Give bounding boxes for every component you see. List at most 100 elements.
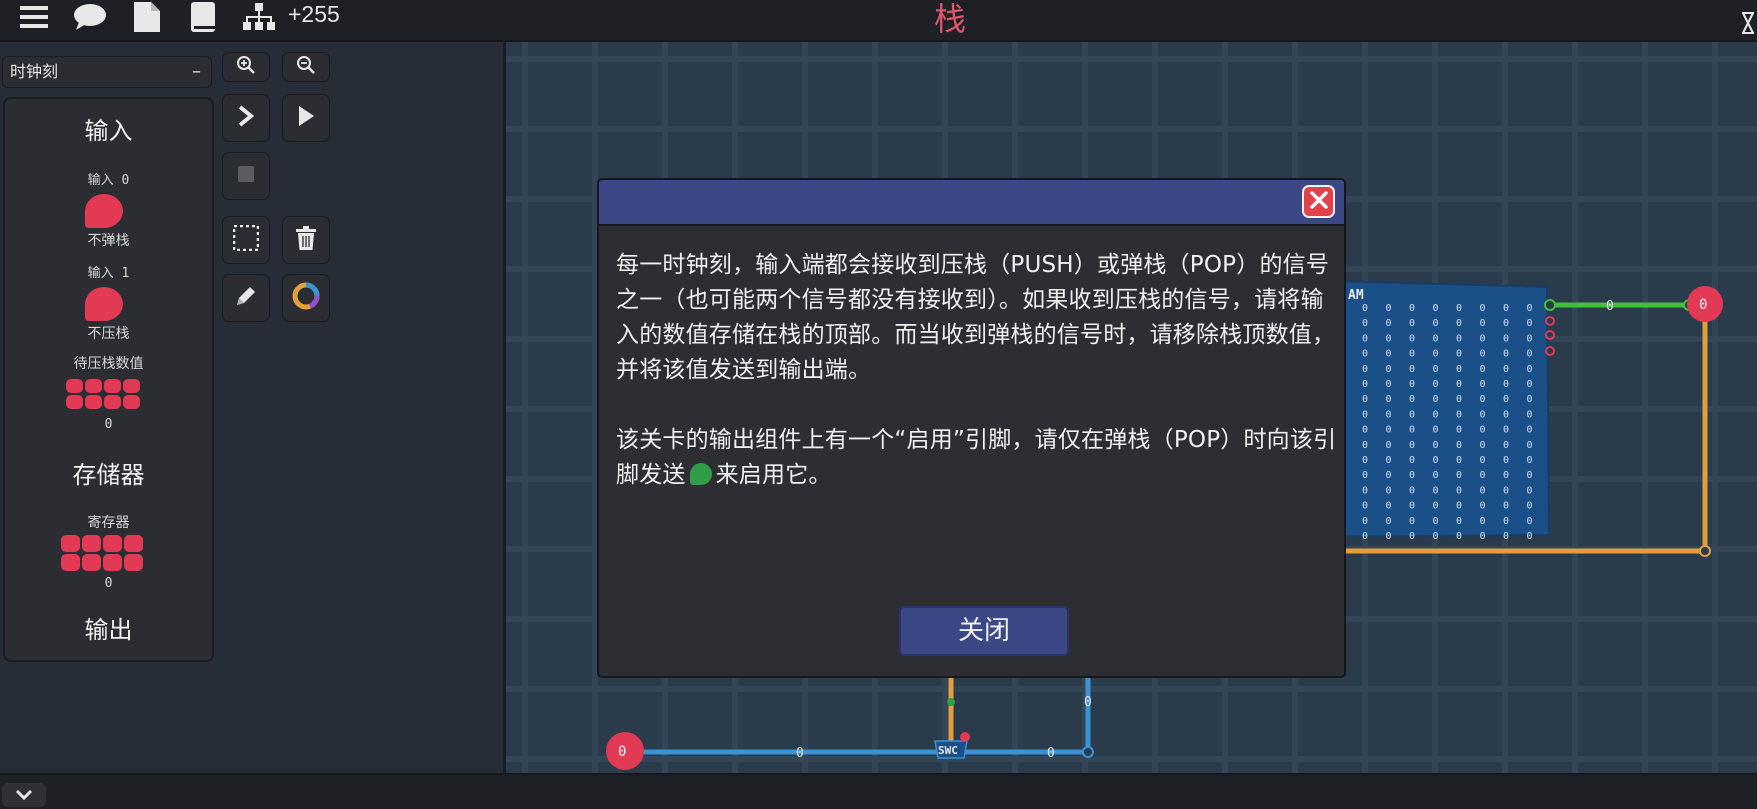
- zoom-in-icon: [236, 55, 256, 79]
- ram-cell: 0: [1386, 409, 1392, 420]
- clock-mode-value: 时钟刻: [10, 62, 59, 81]
- select-button[interactable]: [222, 216, 270, 264]
- ram-cell: 0: [1480, 531, 1486, 542]
- ram-cell: 0: [1503, 333, 1509, 344]
- dialog-body: 每一时钟刻，输入端都会接收到压栈（PUSH）或弹栈（POP）的信号之一（也可能两…: [616, 248, 1341, 493]
- run-button[interactable]: [282, 94, 330, 142]
- level-description-dialog: 每一时钟刻，输入端都会接收到压栈（PUSH）或弹栈（POP）的信号之一（也可能两…: [597, 178, 1346, 678]
- storage-heading: 存储器: [72, 461, 145, 489]
- ram-cell: 0: [1409, 516, 1415, 527]
- ram-cell: 0: [1527, 318, 1533, 329]
- ram-cell: 0: [1480, 440, 1486, 451]
- wire-label: 0: [1606, 299, 1614, 314]
- stop-button[interactable]: [222, 152, 270, 200]
- zoom-out-icon: [296, 55, 316, 79]
- ram-cell: 0: [1433, 440, 1439, 451]
- ram-cell: 0: [1362, 379, 1368, 390]
- ram-cell: 0: [1527, 501, 1533, 512]
- ram-cell: 0: [1527, 531, 1533, 542]
- ram-cell: 0: [1503, 364, 1509, 375]
- register-label: 寄存器: [87, 515, 130, 531]
- chat-icon[interactable]: [72, 0, 108, 34]
- ram-cell: 0: [1386, 364, 1392, 375]
- ram-cell: 0: [1527, 379, 1533, 390]
- ram-cell: 0: [1386, 516, 1392, 527]
- ram-cell: 0: [1503, 349, 1509, 360]
- ram-cell: 0: [1480, 318, 1486, 329]
- register-component[interactable]: [61, 535, 143, 571]
- ram-cell: 0: [1456, 440, 1462, 451]
- ram-cell: 0: [1386, 501, 1392, 512]
- ram-cell: 0: [1409, 303, 1415, 314]
- ram-cell: 0: [1409, 333, 1415, 344]
- ram-cell: 0: [1456, 516, 1462, 527]
- ram-cell: 0: [1409, 318, 1415, 329]
- minimize-icon[interactable]: –: [192, 57, 201, 87]
- ram-cell: 0: [1362, 425, 1368, 436]
- input1-label: 输入 1: [87, 266, 130, 281]
- ram-cell: 0: [1480, 303, 1486, 314]
- ram-cell: 0: [1362, 455, 1368, 466]
- ram-cell: 0: [1503, 440, 1509, 451]
- edit-button[interactable]: [222, 274, 270, 322]
- ram-cell: 0: [1386, 349, 1392, 360]
- output-heading: 输出: [84, 616, 133, 644]
- ram-cell: 0: [1456, 303, 1462, 314]
- register-readout: 0: [104, 576, 113, 591]
- trash-icon: [296, 226, 316, 254]
- ram-cell: 0: [1480, 470, 1486, 481]
- ram-cell: 0: [1433, 409, 1439, 420]
- push-value-component[interactable]: [66, 379, 140, 409]
- switch-label: SWC: [938, 744, 958, 757]
- dialog-close-x-button[interactable]: [1302, 185, 1335, 218]
- ram-cell: 0: [1433, 470, 1439, 481]
- input1-pin[interactable]: [85, 287, 123, 321]
- ram-cell: 0: [1433, 485, 1439, 496]
- collapse-button[interactable]: [2, 783, 46, 807]
- step-button[interactable]: [222, 94, 270, 142]
- ram-cell: 0: [1503, 531, 1509, 542]
- ram-cell: 0: [1386, 394, 1392, 405]
- book-icon[interactable]: [189, 0, 217, 34]
- ram-cell: 0: [1527, 485, 1533, 496]
- ram-cell: 0: [1480, 349, 1486, 360]
- ram-cell: 0: [1480, 516, 1486, 527]
- document-icon[interactable]: [132, 0, 162, 34]
- zoom-out-button[interactable]: [282, 52, 330, 82]
- ram-cell: 0: [1409, 531, 1415, 542]
- ram-cell: 0: [1362, 516, 1368, 527]
- ram-cell: 0: [1527, 440, 1533, 451]
- ram-cell: 0: [1480, 364, 1486, 375]
- input0-pin[interactable]: [85, 194, 123, 228]
- ram-cell: 0: [1409, 455, 1415, 466]
- hierarchy-icon[interactable]: [242, 0, 276, 34]
- ram-cell: 0: [1503, 501, 1509, 512]
- ram-cell: 0: [1362, 409, 1368, 420]
- ram-cell: 0: [1409, 470, 1415, 481]
- delete-button[interactable]: [282, 216, 330, 264]
- clock-mode-select[interactable]: 时钟刻 –: [2, 56, 212, 88]
- color-button[interactable]: [282, 274, 330, 322]
- ram-cell: 0: [1456, 394, 1462, 405]
- ram-cell: 0: [1527, 394, 1533, 405]
- zoom-in-button[interactable]: [222, 52, 270, 82]
- dialog-close-button[interactable]: 关闭: [899, 606, 1069, 656]
- ram-cell: 0: [1433, 455, 1439, 466]
- ram-cell: 0: [1386, 470, 1392, 481]
- ram-cell: 0: [1456, 364, 1462, 375]
- ram-cell: 0: [1362, 303, 1368, 314]
- input0-caption: 不弹栈: [87, 233, 130, 249]
- ram-cell: 0: [1503, 425, 1509, 436]
- pencil-icon: [234, 284, 258, 312]
- ram-cell: 0: [1386, 333, 1392, 344]
- ram-cell: 0: [1409, 440, 1415, 451]
- ram-cell: 0: [1386, 379, 1392, 390]
- menu-icon[interactable]: [18, 0, 50, 34]
- chevron-right-icon: [237, 105, 255, 131]
- ram-cell: 0: [1456, 501, 1462, 512]
- top-bar: +255 栈: [0, 0, 1757, 42]
- play-icon: [297, 105, 315, 131]
- level-title: 栈: [933, 0, 966, 38]
- wire-label: 0: [1047, 746, 1055, 761]
- ram-cell: 0: [1456, 318, 1462, 329]
